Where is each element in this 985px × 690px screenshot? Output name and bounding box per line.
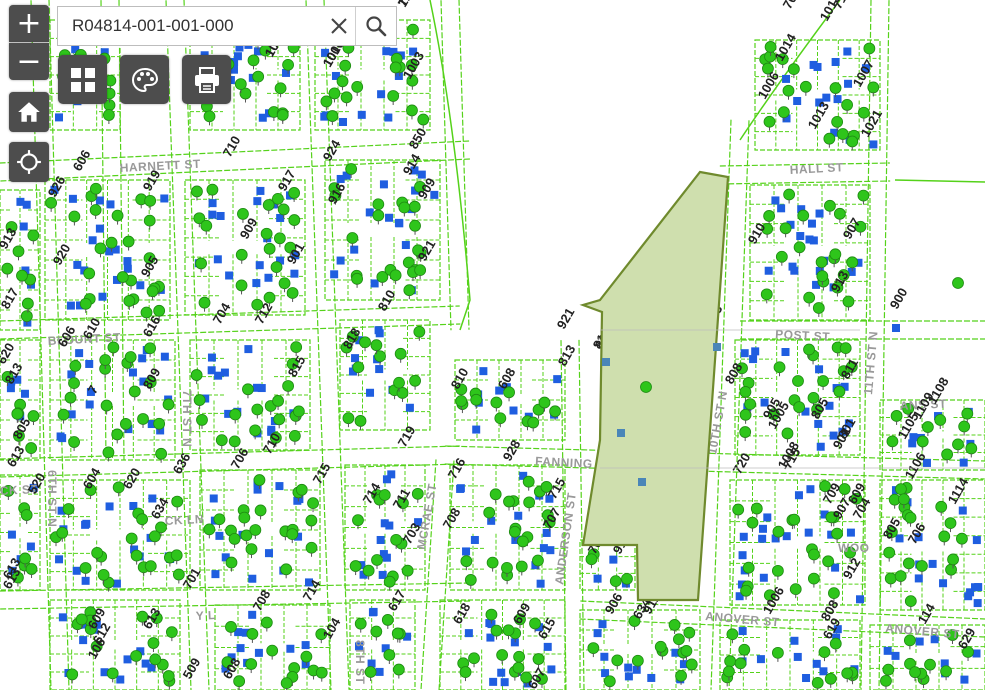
locate-icon	[17, 150, 41, 174]
palette-icon	[131, 67, 158, 92]
address-label: 810	[448, 365, 472, 391]
address-label: 711	[390, 486, 413, 512]
address-label: 900	[887, 285, 911, 311]
address-label: 708	[250, 587, 274, 613]
address-label: 920	[50, 241, 74, 267]
address-label: 706	[228, 445, 252, 471]
home-icon	[18, 102, 40, 122]
address-label: 607	[525, 665, 549, 690]
address-label: 921	[554, 305, 578, 331]
address-label: 1006	[760, 584, 787, 617]
address-label: 907	[840, 215, 864, 241]
address-label: 704	[210, 300, 234, 327]
street-label: HALL ST	[789, 160, 844, 177]
address-label: 709	[780, 0, 804, 12]
address-label: 905	[138, 253, 162, 279]
grid-icon	[70, 67, 95, 92]
address-label: 509	[180, 655, 204, 681]
address-label: 850	[406, 125, 430, 151]
address-label: 716	[445, 455, 469, 481]
plus-icon: +	[16, 5, 42, 41]
selected-parcel[interactable]	[579, 170, 730, 602]
address-label: 810	[375, 287, 399, 313]
address-label: 617	[385, 587, 409, 613]
address-label: 719	[395, 423, 419, 449]
address-label: 809	[140, 365, 164, 391]
address-label: 719	[395, 0, 419, 10]
layers-style-button[interactable]	[120, 55, 169, 104]
zoom-out-button[interactable]: −	[9, 43, 49, 80]
address-label: 817	[0, 285, 21, 311]
street-label: ANDERSON ST	[552, 491, 579, 585]
print-button[interactable]	[182, 55, 231, 104]
address-label: 606	[70, 147, 94, 173]
street-label: 11TH ST N	[861, 330, 881, 395]
street-label: CK LN	[164, 512, 204, 528]
street-label: WOO	[838, 541, 870, 555]
clear-search-button[interactable]	[323, 7, 356, 45]
address-label: 618	[450, 600, 474, 626]
street-label: 8TH ST	[353, 640, 367, 685]
search-box	[57, 6, 397, 46]
address-label: 813	[555, 342, 579, 368]
basemap-gallery-button[interactable]	[58, 55, 107, 104]
street-label: POST ST	[775, 327, 831, 344]
address-label: 912	[840, 555, 864, 581]
address-label: 1014	[772, 30, 800, 63]
address-label: 613	[4, 443, 28, 469]
print-icon	[194, 66, 219, 93]
minus-icon: −	[16, 43, 42, 79]
address-label: 114	[915, 600, 939, 626]
address-label: 604	[80, 465, 104, 492]
zoom-in-button[interactable]: +	[9, 5, 49, 42]
address-label: 710	[220, 133, 244, 159]
address-label: 815	[285, 353, 309, 379]
address-label: 928	[500, 437, 524, 463]
locate-button[interactable]	[9, 142, 49, 182]
street-label: Y L	[195, 608, 216, 623]
search-icon	[366, 16, 387, 37]
close-icon	[331, 18, 347, 34]
address-label: 811	[838, 356, 861, 382]
home-button[interactable]	[9, 92, 49, 132]
address-label: 1013	[805, 99, 832, 132]
address-label: 906	[602, 590, 626, 616]
address-label: 1108	[925, 375, 952, 407]
address-label: 916	[325, 180, 349, 206]
address-label: 1114	[945, 475, 972, 507]
address-label: 714	[300, 577, 324, 604]
search-input[interactable]	[58, 8, 323, 44]
address-label: 613	[140, 605, 164, 631]
address-label: 715	[310, 460, 334, 486]
search-button[interactable]	[355, 7, 396, 45]
street-label: 7TH ST N	[180, 390, 194, 447]
